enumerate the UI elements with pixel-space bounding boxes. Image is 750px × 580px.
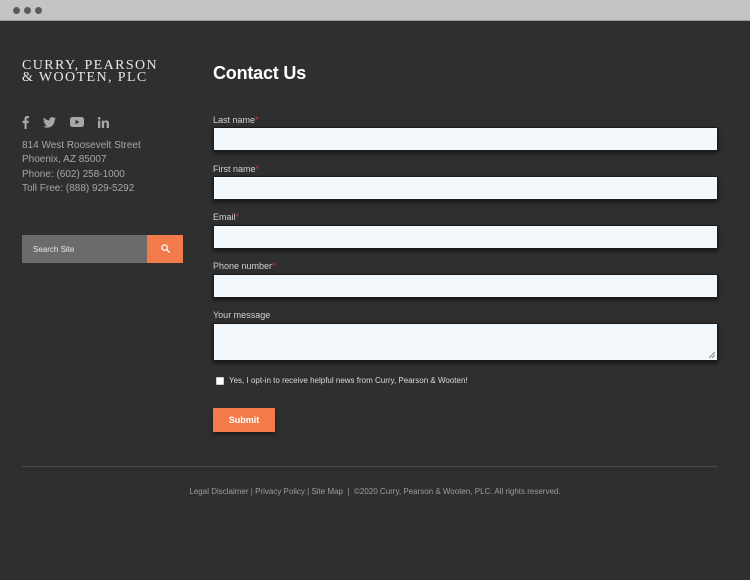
- site-search: [22, 235, 183, 263]
- footer-link-privacy-policy[interactable]: Privacy Policy: [255, 487, 305, 496]
- window-control-dot[interactable]: [24, 7, 31, 14]
- first-name-label-text: First name: [213, 164, 256, 174]
- footer-divider: [22, 466, 718, 467]
- optin-row[interactable]: Yes, I opt-in to receive helpful news fr…: [216, 376, 468, 385]
- message-label: Your message: [213, 310, 270, 320]
- required-marker: *: [255, 115, 259, 125]
- footer-link-legal-disclaimer[interactable]: Legal Disclaimer: [189, 487, 248, 496]
- required-marker: *: [255, 164, 260, 174]
- optin-label: Yes, I opt-in to receive helpful news fr…: [229, 376, 468, 385]
- search-input[interactable]: [22, 235, 147, 263]
- footer-copyright: ©2020 Curry, Pearson & Wooten, PLC. All …: [354, 487, 561, 496]
- phone-label-text: Phone number: [213, 261, 273, 271]
- youtube-icon[interactable]: [70, 117, 84, 127]
- window-control-dot[interactable]: [13, 7, 20, 14]
- footer-link-separator: |: [307, 487, 310, 496]
- office-address: 814 West Roosevelt Street Phoenix, AZ 85…: [22, 139, 141, 196]
- first-name-label: First name*: [213, 164, 259, 174]
- address-street: 814 West Roosevelt Street: [22, 140, 141, 151]
- required-marker: *: [272, 261, 276, 271]
- search-button[interactable]: [147, 235, 183, 263]
- phone-field[interactable]: [213, 274, 718, 298]
- address-city: Phoenix, AZ 85007: [22, 154, 107, 166]
- email-label: Email*: [213, 212, 239, 222]
- first-name-field[interactable]: [213, 176, 718, 200]
- message-label-text: Your message: [213, 310, 271, 320]
- phone-label: Phone number*: [213, 261, 276, 271]
- facebook-icon[interactable]: [22, 115, 29, 129]
- submit-button[interactable]: Submit: [213, 408, 275, 432]
- browser-window: Curry, Pearson & Wooten, PLC 814 West Ro…: [0, 0, 750, 580]
- search-icon: [160, 240, 170, 258]
- twitter-icon[interactable]: [43, 116, 56, 128]
- footer-copyright-separator: |: [347, 487, 350, 496]
- form-title: Contact Us: [213, 63, 307, 83]
- optin-checkbox[interactable]: [216, 376, 224, 385]
- address-phone[interactable]: Phone: (602) 258-1000: [22, 168, 141, 182]
- footer-link-site-map[interactable]: Site Map: [311, 487, 343, 496]
- footer: Legal Disclaimer | Privacy Policy | Site…: [0, 487, 750, 496]
- window-titlebar: [0, 0, 750, 21]
- email-label-text: Email: [213, 212, 236, 222]
- window-control-dot[interactable]: [35, 7, 42, 14]
- email-field[interactable]: [213, 225, 718, 249]
- footer-link-separator: |: [250, 487, 253, 496]
- firm-logo[interactable]: Curry, Pearson & Wooten, PLC: [22, 59, 158, 85]
- logo-line-2: & Wooten, PLC: [22, 70, 148, 85]
- last-name-label-text: Last name: [213, 115, 256, 125]
- last-name-label: Last name*: [213, 115, 259, 125]
- required-marker: *: [235, 212, 240, 222]
- last-name-field[interactable]: [213, 127, 718, 151]
- resize-handle[interactable]: [709, 352, 715, 358]
- linkedin-icon[interactable]: [98, 116, 109, 128]
- social-links: [22, 115, 109, 129]
- address-toll-free[interactable]: Toll Free: (888) 929-5292: [22, 182, 141, 196]
- message-textarea[interactable]: [213, 323, 718, 361]
